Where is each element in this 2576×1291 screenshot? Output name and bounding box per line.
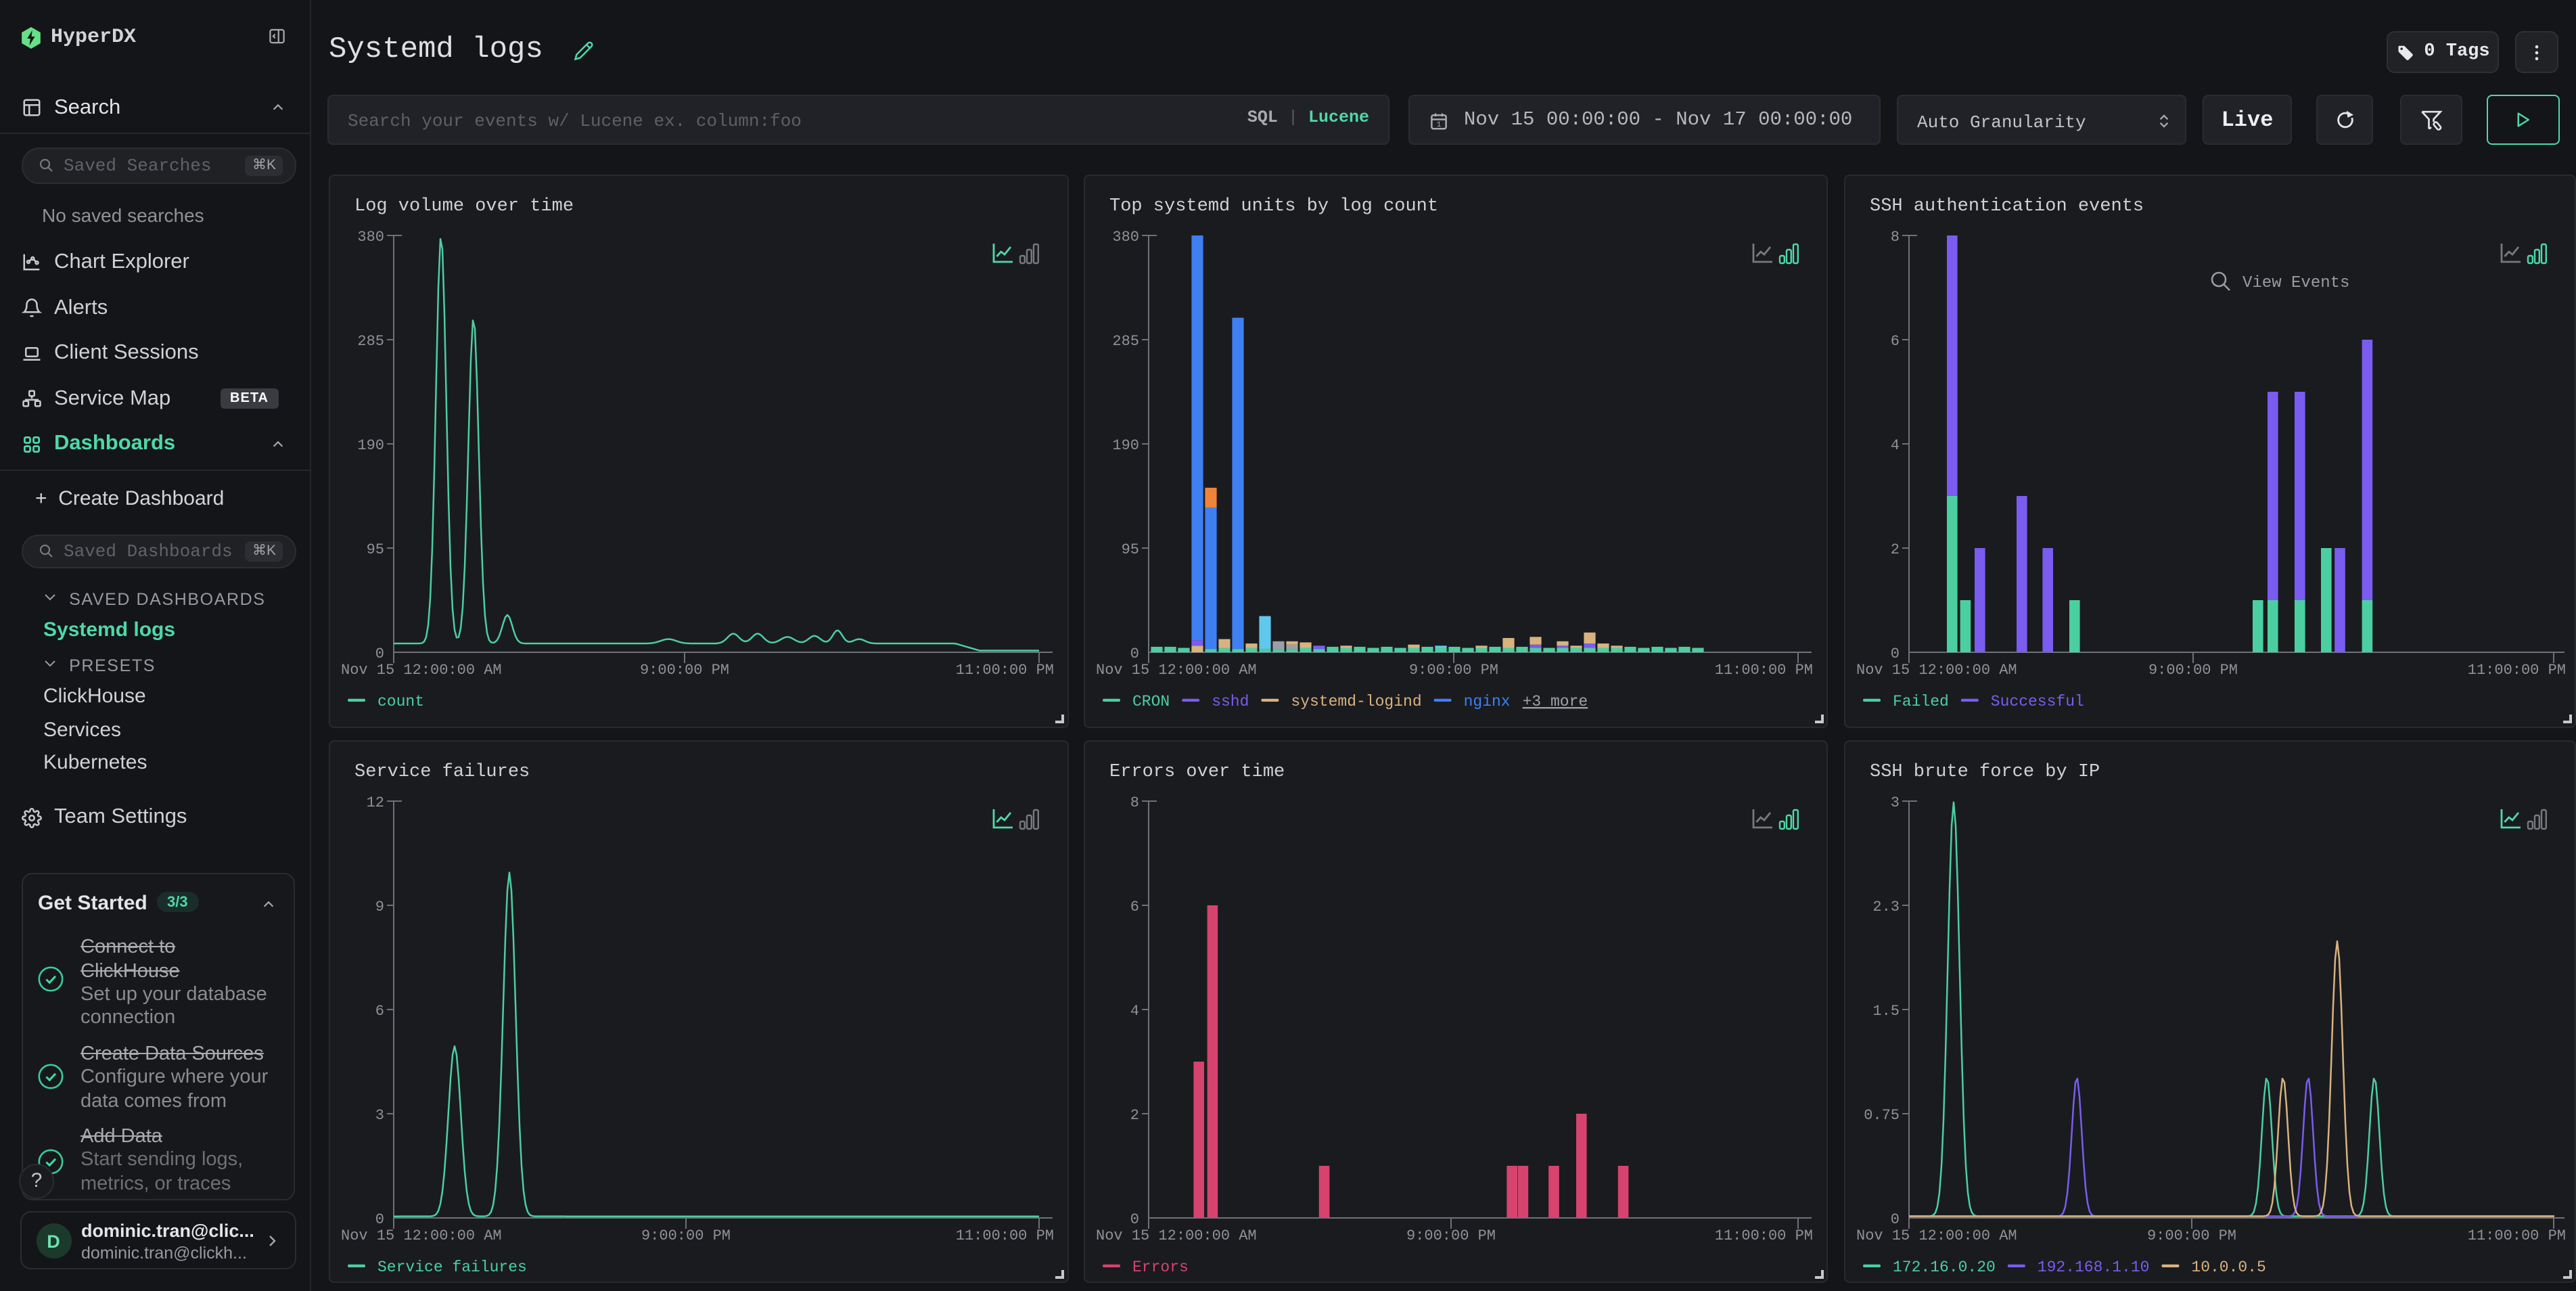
svg-text:95: 95 xyxy=(366,541,384,558)
svg-text:View Events: View Events xyxy=(2242,274,2349,292)
svg-text:11:00:00 PM: 11:00:00 PM xyxy=(1714,1227,1812,1244)
svg-text:Successful: Successful xyxy=(1990,693,2084,710)
svg-text:Nov 15 12:00:00 AM: Nov 15 12:00:00 AM xyxy=(1095,662,1256,679)
svg-text:285: 285 xyxy=(357,333,384,350)
svg-text:count: count xyxy=(377,693,424,710)
svg-text:Errors: Errors xyxy=(1132,1258,1188,1275)
svg-text:95: 95 xyxy=(1121,541,1138,558)
svg-text:Failed: Failed xyxy=(1892,693,1948,710)
svg-text:12: 12 xyxy=(366,794,384,811)
svg-text:+3 more: +3 more xyxy=(1522,693,1588,710)
svg-text:Nov 15 12:00:00 AM: Nov 15 12:00:00 AM xyxy=(1095,1227,1256,1244)
svg-text:1.5: 1.5 xyxy=(1872,1002,1899,1019)
svg-text:380: 380 xyxy=(1111,229,1138,246)
svg-text:9:00:00 PM: 9:00:00 PM xyxy=(1406,1227,1495,1244)
svg-text:190: 190 xyxy=(357,437,384,454)
svg-text:6: 6 xyxy=(1130,898,1138,915)
svg-text:Top systemd units by log count: Top systemd units by log count xyxy=(1109,196,1438,217)
svg-text:Service failures: Service failures xyxy=(354,761,530,782)
svg-text:9:00:00 PM: 9:00:00 PM xyxy=(2146,1227,2236,1244)
svg-text:0: 0 xyxy=(1130,646,1138,662)
svg-text:0: 0 xyxy=(1890,1210,1899,1227)
svg-text:9:00:00 PM: 9:00:00 PM xyxy=(1408,662,1498,679)
svg-text:380: 380 xyxy=(357,229,384,246)
svg-text:4: 4 xyxy=(1130,1002,1138,1019)
svg-text:Errors over time: Errors over time xyxy=(1109,761,1284,782)
svg-text:11:00:00 PM: 11:00:00 PM xyxy=(2467,1227,2565,1244)
svg-text:6: 6 xyxy=(1890,333,1899,350)
svg-text:192.168.1.10: 192.168.1.10 xyxy=(2037,1258,2149,1275)
svg-text:sshd: sshd xyxy=(1211,693,1248,710)
svg-text:Nov 15 12:00:00 AM: Nov 15 12:00:00 AM xyxy=(341,662,502,679)
svg-text:11:00:00 PM: 11:00:00 PM xyxy=(2467,662,2565,679)
svg-text:9:00:00 PM: 9:00:00 PM xyxy=(641,1227,731,1244)
svg-text:Nov 15 12:00:00 AM: Nov 15 12:00:00 AM xyxy=(1856,1227,2017,1244)
svg-text:0: 0 xyxy=(375,1210,384,1227)
svg-text:0: 0 xyxy=(1130,1210,1138,1227)
svg-text:2.3: 2.3 xyxy=(1872,898,1899,915)
svg-text:0: 0 xyxy=(375,646,384,662)
svg-text:Nov 15 12:00:00 AM: Nov 15 12:00:00 AM xyxy=(1856,662,2017,679)
svg-text:190: 190 xyxy=(1111,437,1138,454)
svg-text:285: 285 xyxy=(1111,333,1138,350)
svg-text:2: 2 xyxy=(1890,541,1899,558)
svg-text:9:00:00 PM: 9:00:00 PM xyxy=(640,662,729,679)
svg-text:11:00:00 PM: 11:00:00 PM xyxy=(955,662,1053,679)
svg-text:nginx: nginx xyxy=(1463,693,1510,710)
svg-text:11:00:00 PM: 11:00:00 PM xyxy=(955,1227,1053,1244)
svg-text:0: 0 xyxy=(1890,646,1899,662)
svg-text:Service failures: Service failures xyxy=(377,1258,527,1275)
svg-text:4: 4 xyxy=(1890,437,1899,454)
svg-text:3: 3 xyxy=(375,1106,384,1123)
svg-text:CRON: CRON xyxy=(1132,693,1169,710)
svg-text:Nov 15 12:00:00 AM: Nov 15 12:00:00 AM xyxy=(341,1227,502,1244)
svg-text:SSH authentication events: SSH authentication events xyxy=(1869,196,2143,217)
svg-text:SSH brute force by IP: SSH brute force by IP xyxy=(1869,761,2099,782)
svg-text:8: 8 xyxy=(1130,794,1138,811)
svg-text:systemd-logind: systemd-logind xyxy=(1290,693,1421,710)
svg-text:Log volume over time: Log volume over time xyxy=(354,196,574,217)
svg-text:10.0.0.5: 10.0.0.5 xyxy=(2190,1258,2265,1275)
svg-text:2: 2 xyxy=(1130,1106,1138,1123)
svg-text:0.75: 0.75 xyxy=(1863,1106,1899,1123)
svg-text:8: 8 xyxy=(1890,229,1899,246)
svg-text:1: 1 xyxy=(1437,120,1442,129)
svg-text:9: 9 xyxy=(375,898,384,915)
svg-text:6: 6 xyxy=(375,1002,384,1019)
svg-text:11:00:00 PM: 11:00:00 PM xyxy=(1714,662,1812,679)
svg-text:3: 3 xyxy=(1890,794,1899,811)
svg-text:9:00:00 PM: 9:00:00 PM xyxy=(2148,662,2237,679)
svg-text:172.16.0.20: 172.16.0.20 xyxy=(1892,1258,1995,1275)
